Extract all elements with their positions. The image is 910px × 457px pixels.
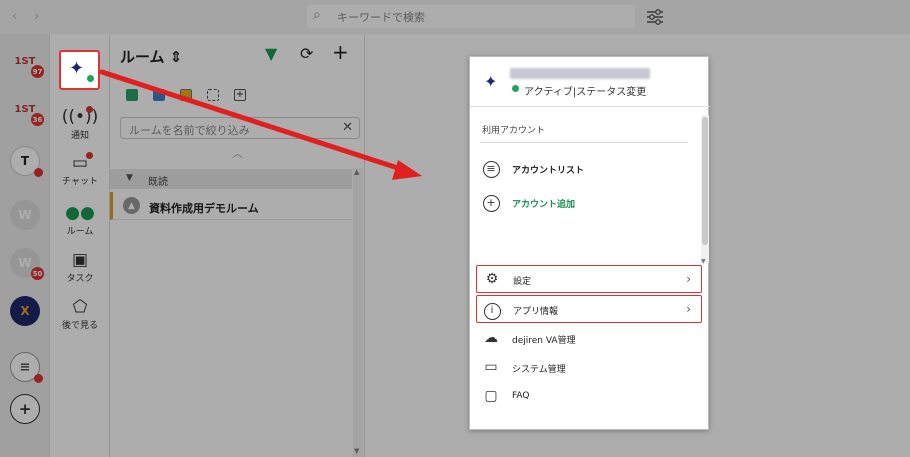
menu-faq[interactable]: ▢ FAQ [470, 383, 702, 411]
add-icon: + [482, 194, 500, 212]
terminal-icon: ▭ [484, 359, 498, 375]
info-icon: i [483, 301, 501, 320]
menu-dejiren-va[interactable]: ☁ dejiren VA管理 [470, 325, 702, 353]
menu-dejiren-va-label: dejiren VA管理 [512, 336, 576, 346]
menu-app-info-label: アプリ情報 [513, 307, 559, 317]
menu-header: ✦ アクティブ|ステータス変更 [470, 57, 710, 107]
menu-system-label: システム管理 [512, 365, 566, 375]
menu-system[interactable]: ▭ システム管理 [470, 354, 702, 382]
chevron-right-icon: › [686, 302, 691, 316]
menu-add-account-label: アカウント追加 [512, 200, 576, 210]
account-menu: ✦ アクティブ|ステータス変更 利用アカウント ≡ アカウントリスト + アカウ… [469, 56, 710, 430]
chevron-right-icon: › [686, 272, 691, 286]
scroll-down-icon[interactable]: ▼ [701, 258, 706, 265]
menu-account-list[interactable]: ≡ アカウントリスト [470, 155, 702, 183]
menu-settings-label: 設定 [513, 277, 532, 287]
scroll-thumb[interactable] [702, 117, 708, 245]
user-name-blurred [510, 68, 650, 79]
online-status-dot [512, 85, 519, 92]
modal-overlay[interactable] [0, 0, 910, 457]
gear-icon: ⚙ [485, 271, 499, 287]
menu-scrollbar[interactable]: ▼ [701, 115, 709, 265]
online-status-dot [86, 74, 95, 83]
status-change-link[interactable]: アクティブ|ステータス変更 [524, 83, 646, 98]
menu-settings[interactable]: ⚙ 設定 › [476, 265, 702, 293]
profile-button[interactable]: ✦ [59, 50, 100, 90]
faq-icon: ▢ [484, 388, 498, 404]
profile-logo-icon: ✦ [69, 58, 85, 79]
robot-icon: ☁ [484, 330, 498, 346]
menu-app-info[interactable]: i アプリ情報 › [476, 295, 702, 323]
menu-faq-label: FAQ [512, 391, 530, 401]
menu-add-account[interactable]: + アカウント追加 [470, 189, 702, 217]
menu-section-label: 利用アカウント [482, 126, 546, 136]
account-list-icon: ≡ [482, 160, 500, 178]
menu-account-list-label: アカウントリスト [512, 166, 585, 176]
divider [480, 142, 688, 143]
profile-logo-icon: ✦ [484, 72, 498, 91]
